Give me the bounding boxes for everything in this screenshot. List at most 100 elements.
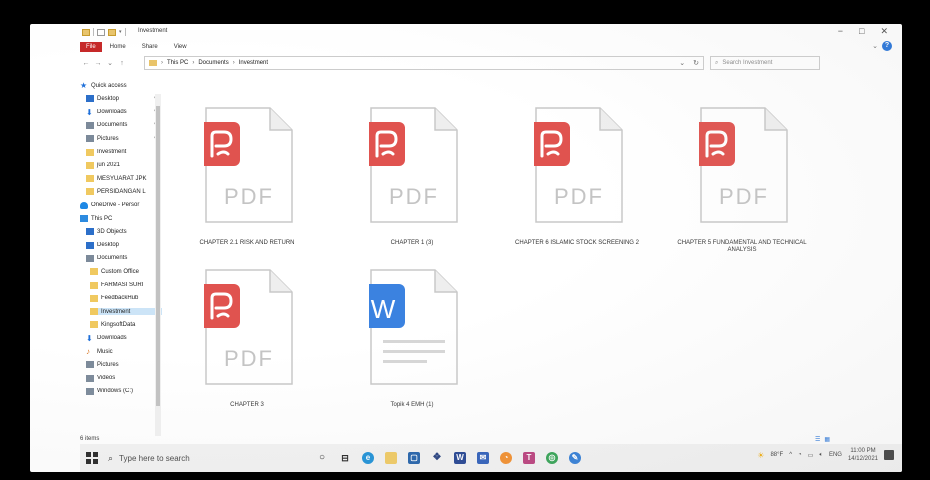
folder-icon [86,161,94,169]
taskbar-search-input[interactable]: ⌕ Type here to search [108,449,268,467]
navpane-item[interactable]: ★ Quick access [80,82,152,89]
navpane-item[interactable]: Desktop✎ [86,95,158,103]
breadcrumb-documents[interactable]: Documents [198,60,228,66]
file-item[interactable]: PDF CHAPTER 6 ISLAMIC STOCK SCREENING 2 [502,106,652,271]
maximize-button[interactable]: □ [859,26,864,37]
edge-icon[interactable]: e [362,452,374,464]
file-explorer-icon[interactable] [385,452,397,464]
navpane-item-label: Videos [97,375,116,382]
file-name: CHAPTER 2.1 RISK AND RETURN [199,240,295,246]
navpane-item[interactable]: Custom Office [90,268,162,276]
refresh-button[interactable]: ↻ [693,59,699,67]
pdf-file-icon: PDF [699,107,788,223]
taskbar-apps: ○ ⊟ e ▢ ❖ W ✉ ◔ T ◎ ✎ [316,452,581,464]
file-item[interactable]: PDF CHAPTER 3 [172,268,322,433]
star-icon: ★ [80,82,88,89]
file-item[interactable]: W Topik 4 EMH (1) [337,268,487,433]
navpane-item[interactable]: Investment [86,148,158,156]
breadcrumb-investment[interactable]: Investment [239,60,268,66]
details-view-icon[interactable]: ☰ [815,436,820,443]
tab-share[interactable]: Share [134,42,166,52]
file-name: CHAPTER 6 ISLAMIC STOCK SCREENING 2 [515,240,639,246]
help-icon[interactable]: ? [882,41,892,51]
navpane-scrollbar[interactable] [155,94,161,436]
windows-start-icon[interactable] [86,452,98,464]
tab-home[interactable]: Home [102,42,134,52]
view-toggle: ☰ ▦ [815,436,830,443]
cortana-icon[interactable]: ○ [316,452,328,464]
teams-icon[interactable]: T [523,452,535,464]
back-button[interactable]: ← [80,60,92,67]
navpane-item[interactable]: PERSIDANGAN L [86,188,158,196]
folder-icon [86,175,94,183]
recent-locations-button[interactable]: ⌄ [104,59,116,67]
navpane-item[interactable]: 3D Objects [86,228,158,236]
screen: ▾ Investment − □ ✕ File Home Share View … [30,24,902,472]
up-button[interactable]: ↑ [116,60,128,67]
tab-view[interactable]: View [166,42,195,52]
address-dropdown-button[interactable]: ⌄ [679,59,685,67]
navpane-item[interactable]: FARMASI SURI [90,281,162,289]
close-button[interactable]: ✕ [880,26,888,37]
task-view-icon[interactable]: ⊟ [339,452,351,464]
navigation-row: ← → ⌄ ↑ › This PC › Documents › Investme… [80,56,872,70]
navpane-item[interactable]: Documents✎ [86,121,158,129]
navpane-item[interactable]: ⬇ Downloads [86,335,158,342]
search-input[interactable]: ⌕ Search Investment [710,56,820,70]
navpane-item[interactable]: ♪ Music [86,348,158,355]
navpane-item[interactable]: KingsoftData [90,321,162,329]
word-app-icon[interactable]: W [454,452,466,464]
scrollbar-thumb[interactable] [156,106,160,406]
navpane-item[interactable]: Windows (C:) [86,387,158,395]
weather-icon[interactable]: ☀ [757,451,764,460]
app-orange-icon[interactable]: ◔ [500,452,512,464]
navpane-item[interactable]: Videos [86,374,158,382]
pdf-badge-text: PDF [554,184,604,209]
large-icons-view-icon[interactable]: ▦ [824,436,830,443]
pdf-badge-text: PDF [224,184,274,209]
chrome-icon[interactable]: ◎ [546,452,558,464]
file-item[interactable]: PDF CHAPTER 5 FUNDAMENTAL AND TECHNICAL A… [667,106,817,271]
pdf-badge-text: PDF [389,184,439,209]
navpane-item[interactable]: Investment [90,308,162,316]
store-icon[interactable]: ▢ [408,452,420,464]
minimize-button[interactable]: − [838,26,843,37]
navpane-item[interactable]: Pictures✎ [86,135,158,143]
file-item[interactable]: PDF CHAPTER 1 (3) [337,106,487,271]
navpane-item[interactable]: ⬇Downloads✎ [86,109,158,116]
expand-ribbon-icon[interactable]: ⌄ [872,42,878,50]
forward-button[interactable]: → [92,60,104,67]
qat-dropdown-icon[interactable]: ▾ [119,29,122,35]
dropbox-icon[interactable]: ❖ [431,452,443,464]
volume-icon[interactable]: 🔈︎ [819,452,823,459]
mail-icon[interactable]: ✉ [477,452,489,464]
properties-icon[interactable] [97,28,105,36]
navpane-item[interactable]: FeedbackHub [90,294,162,302]
navpane-item[interactable]: Desktop [86,241,158,249]
app-blue-icon[interactable]: ✎ [569,452,581,464]
folder-icon [90,308,98,316]
navpane-item[interactable]: jun 2021 [86,161,158,169]
file-name: CHAPTER 1 (3) [390,240,434,246]
breadcrumb-this-pc[interactable]: This PC [167,60,188,66]
navpane-item-label: Downloads [97,109,127,116]
address-bar[interactable]: › This PC › Documents › Investment ⌄ ↻ [144,56,704,70]
battery-icon[interactable]: ▭ [808,452,814,459]
language-indicator[interactable]: ENG [829,452,842,458]
navpane-item[interactable]: OneDrive - Persor [80,201,152,209]
navpane-item-label: Windows (C:) [97,388,134,395]
weather-temp[interactable]: 88°F [770,452,783,458]
navpane-item[interactable]: MESYUARAT JPK [86,175,158,183]
file-item[interactable]: PDF CHAPTER 2.1 RISK AND RETURN [172,106,322,271]
navpane-item[interactable]: This PC [80,215,152,222]
tab-file[interactable]: File [80,41,102,52]
show-hidden-icons-icon[interactable]: ^ [789,452,792,458]
cloud-icon [80,201,88,209]
quick-access-toolbar: ▾ [82,28,126,36]
network-icon[interactable]: ◔ [798,452,802,458]
navpane-item[interactable]: Documents [86,254,158,262]
new-folder-icon[interactable] [108,28,116,36]
clock[interactable]: 11:00 PM 14/12/2021 [848,447,878,463]
navpane-item[interactable]: Pictures [86,361,158,369]
notification-icon[interactable] [884,450,894,460]
